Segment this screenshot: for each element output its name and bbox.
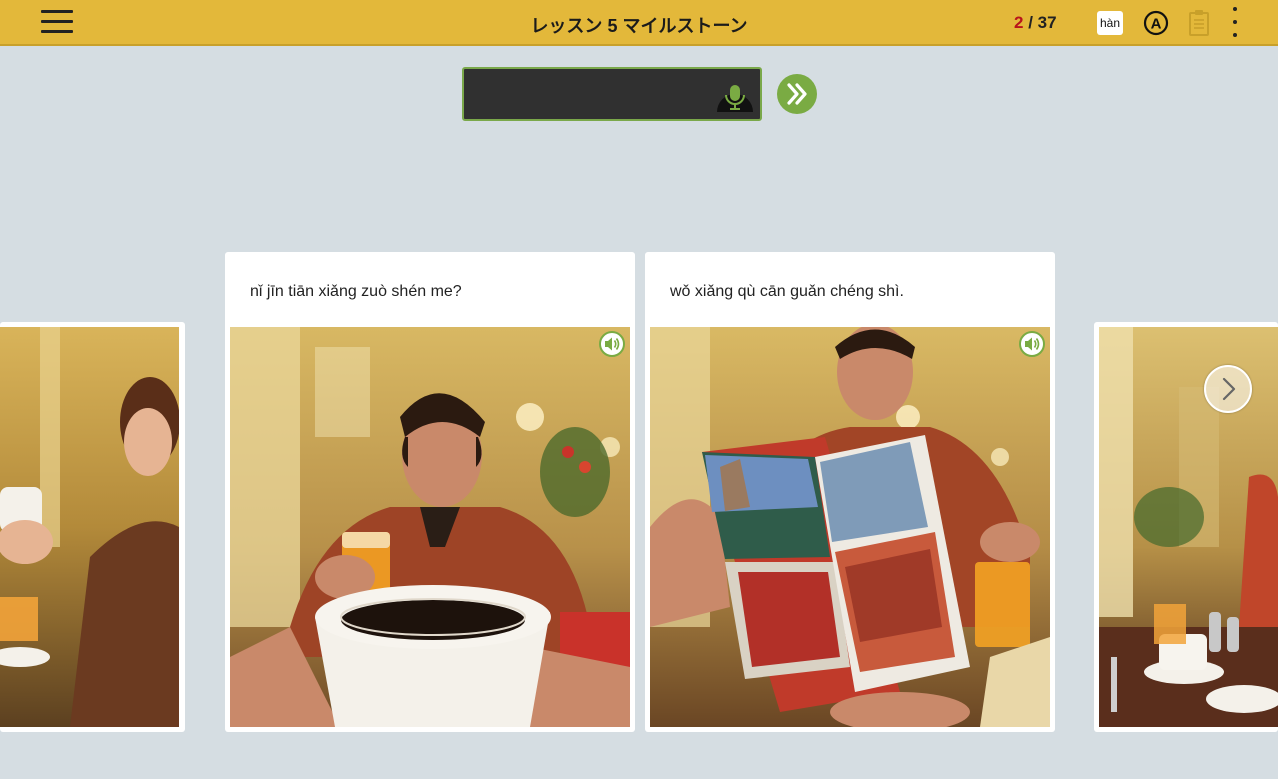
han-toggle-button[interactable]: hàn — [1097, 11, 1123, 35]
progress-current: 2 — [1014, 13, 1024, 32]
progress-separator: / — [1028, 13, 1033, 32]
photo-man-talking-over-coffee — [230, 327, 630, 727]
speaker-icon[interactable] — [1019, 331, 1045, 357]
speaker-icon[interactable] — [599, 331, 625, 357]
top-bar: レッスン 5 マイルストーン 2 / 37 hàn A — [0, 0, 1278, 46]
photo-woman-smiling-with-cup — [0, 327, 179, 727]
card-previous[interactable] — [0, 322, 185, 732]
progress-total: 37 — [1037, 13, 1057, 32]
chevron-right-icon[interactable] — [1204, 365, 1252, 413]
card-question[interactable]: nǐ jīn tiān xiǎng zuò shén me? — [225, 252, 635, 732]
svg-text:A: A — [1151, 16, 1162, 33]
progress-counter: 2 / 37 — [1014, 13, 1057, 33]
page-title: レッスン 5 マイルストーン — [530, 16, 748, 36]
microphone-icon[interactable] — [714, 76, 756, 114]
card-text: wǒ xiǎng qù cān guǎn chéng shì. — [670, 283, 904, 300]
card-answer[interactable]: wǒ xiǎng qù cān guǎn chéng shì. — [645, 252, 1055, 732]
double-chevron-right-icon[interactable] — [777, 74, 817, 114]
photo-man-holding-travel-brochure — [650, 327, 1050, 727]
card-text: nǐ jīn tiān xiǎng zuò shén me? — [250, 283, 462, 300]
menu-icon[interactable] — [41, 10, 73, 36]
auto-a-icon[interactable]: A — [1143, 10, 1169, 36]
clipboard-icon[interactable] — [1187, 9, 1211, 37]
more-vertical-icon[interactable] — [1226, 7, 1244, 41]
